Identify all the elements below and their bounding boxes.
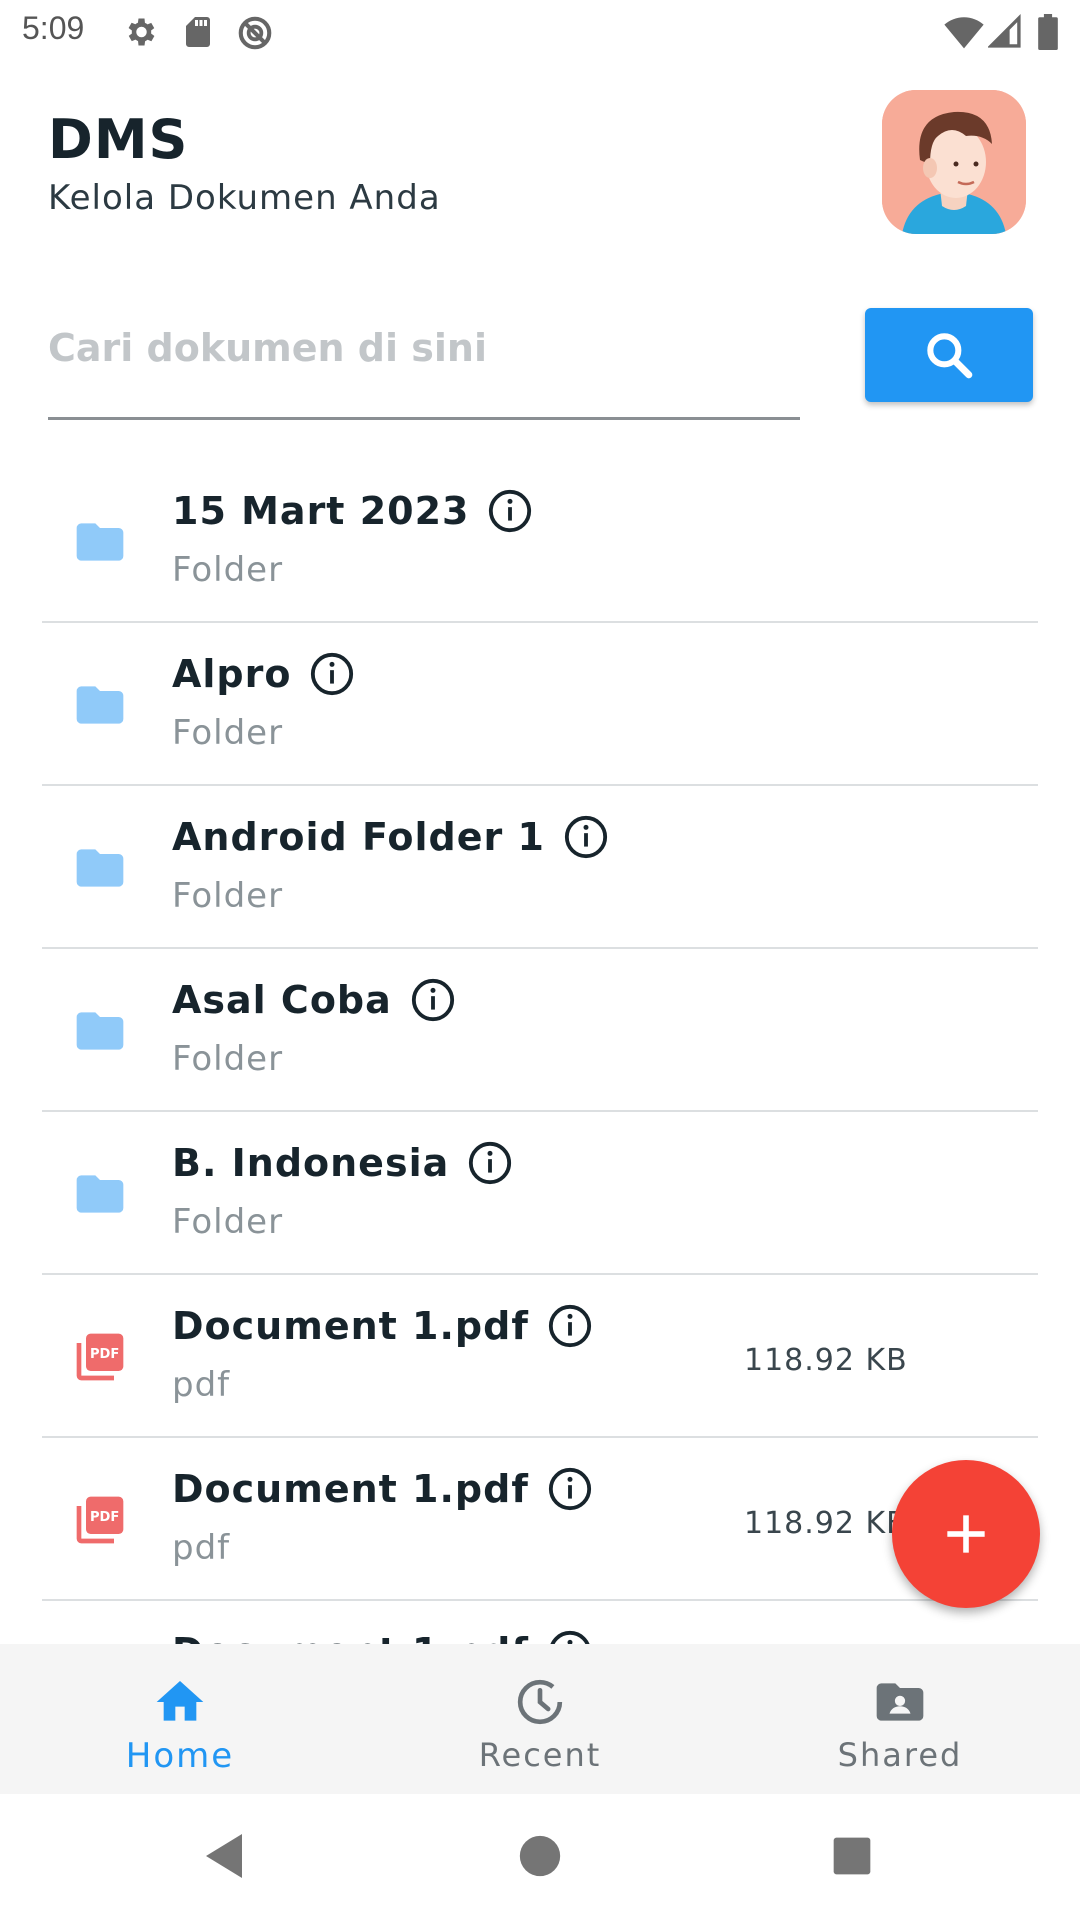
info-icon[interactable]	[563, 814, 609, 860]
item-type: pdf	[172, 1528, 231, 1568]
info-icon[interactable]	[467, 1140, 513, 1186]
list-item[interactable]: PDF Document 1.pdf pdf 118.92 KB	[42, 1438, 1038, 1601]
item-name: Document 1.pdf	[172, 1304, 529, 1348]
plus-icon	[947, 1515, 985, 1553]
item-name: Document 1.pdf	[172, 1467, 529, 1511]
folder-icon	[76, 686, 124, 724]
document-list[interactable]: 15 Mart 2023 Folder Alpro Folder Android…	[42, 460, 1038, 1644]
item-name: Android Folder 1	[172, 815, 545, 859]
battery-icon	[1038, 14, 1058, 50]
item-name: B. Indonesia	[172, 1141, 450, 1185]
nav-home[interactable]: Home	[0, 1644, 360, 1794]
overview-icon[interactable]	[830, 1830, 874, 1882]
app-subtitle: Kelola Dokumen Anda	[48, 178, 441, 218]
home-icon	[156, 1681, 204, 1721]
item-type: pdf	[172, 1365, 231, 1405]
list-item[interactable]: Asal Coba Folder	[42, 949, 1038, 1112]
svg-text:PDF: PDF	[90, 1510, 119, 1525]
item-type: Folder	[172, 1202, 284, 1242]
do-not-disturb-icon	[238, 16, 272, 50]
status-time: 5:09	[22, 10, 85, 46]
home-circle-icon[interactable]	[518, 1830, 562, 1882]
file-size: 118.92 KB	[744, 1506, 908, 1541]
app-title: DMS	[48, 108, 189, 171]
info-icon[interactable]	[309, 651, 355, 697]
list-item[interactable]: PDF Document 1.pdf pdf 118.92 KB	[42, 1275, 1038, 1438]
info-icon[interactable]	[547, 1303, 593, 1349]
bottom-navigation: Home Recent Shared	[0, 1644, 1080, 1794]
add-document-button[interactable]	[892, 1460, 1040, 1608]
nav-recent[interactable]: Recent	[360, 1644, 720, 1794]
pdf-icon: PDF	[76, 1333, 124, 1381]
info-icon[interactable]	[410, 977, 456, 1023]
item-name: Document 1.pdf	[172, 1630, 529, 1644]
wifi-icon	[944, 17, 984, 49]
nav-shared[interactable]: Shared	[720, 1644, 1080, 1794]
item-type: Folder	[172, 550, 284, 590]
system-navigation-bar	[0, 1794, 1080, 1920]
list-item[interactable]: 15 Mart 2023 Folder	[42, 460, 1038, 623]
nav-shared-label: Shared	[837, 1736, 963, 1774]
nav-home-label: Home	[125, 1736, 235, 1776]
avatar[interactable]	[882, 90, 1026, 234]
search-input[interactable]	[48, 300, 800, 420]
sd-card-icon	[186, 17, 210, 47]
pdf-icon: PDF	[76, 1496, 124, 1544]
recent-icon	[517, 1679, 563, 1725]
folder-icon	[76, 1175, 124, 1213]
info-icon[interactable]	[547, 1466, 593, 1512]
folder-icon	[76, 1012, 124, 1050]
item-type: Folder	[172, 876, 284, 916]
folder-icon	[76, 523, 124, 561]
back-icon[interactable]	[200, 1830, 248, 1882]
list-item[interactable]: PDF Document 1.pdf	[42, 1601, 1038, 1644]
user-avatar-icon	[882, 90, 1026, 234]
folder-icon	[76, 849, 124, 887]
item-name: 15 Mart 2023	[172, 489, 470, 533]
info-icon[interactable]	[547, 1629, 593, 1644]
info-icon[interactable]	[487, 488, 533, 534]
settings-icon	[128, 18, 155, 46]
status-bar: 5:09	[0, 0, 1080, 64]
item-name: Alpro	[172, 652, 292, 696]
signal-icon	[988, 14, 1021, 48]
item-name: Asal Coba	[172, 978, 392, 1022]
list-item[interactable]: B. Indonesia Folder	[42, 1112, 1038, 1275]
search-icon	[927, 333, 973, 379]
list-item[interactable]: Android Folder 1 Folder	[42, 786, 1038, 949]
list-item[interactable]: Alpro Folder	[42, 623, 1038, 786]
file-size: 118.92 KB	[744, 1343, 908, 1378]
nav-recent-label: Recent	[478, 1736, 602, 1774]
search-button[interactable]	[865, 308, 1033, 402]
svg-text:PDF: PDF	[90, 1347, 119, 1362]
item-type: Folder	[172, 1039, 284, 1079]
shared-folder-icon	[876, 1683, 924, 1721]
item-type: Folder	[172, 713, 284, 753]
